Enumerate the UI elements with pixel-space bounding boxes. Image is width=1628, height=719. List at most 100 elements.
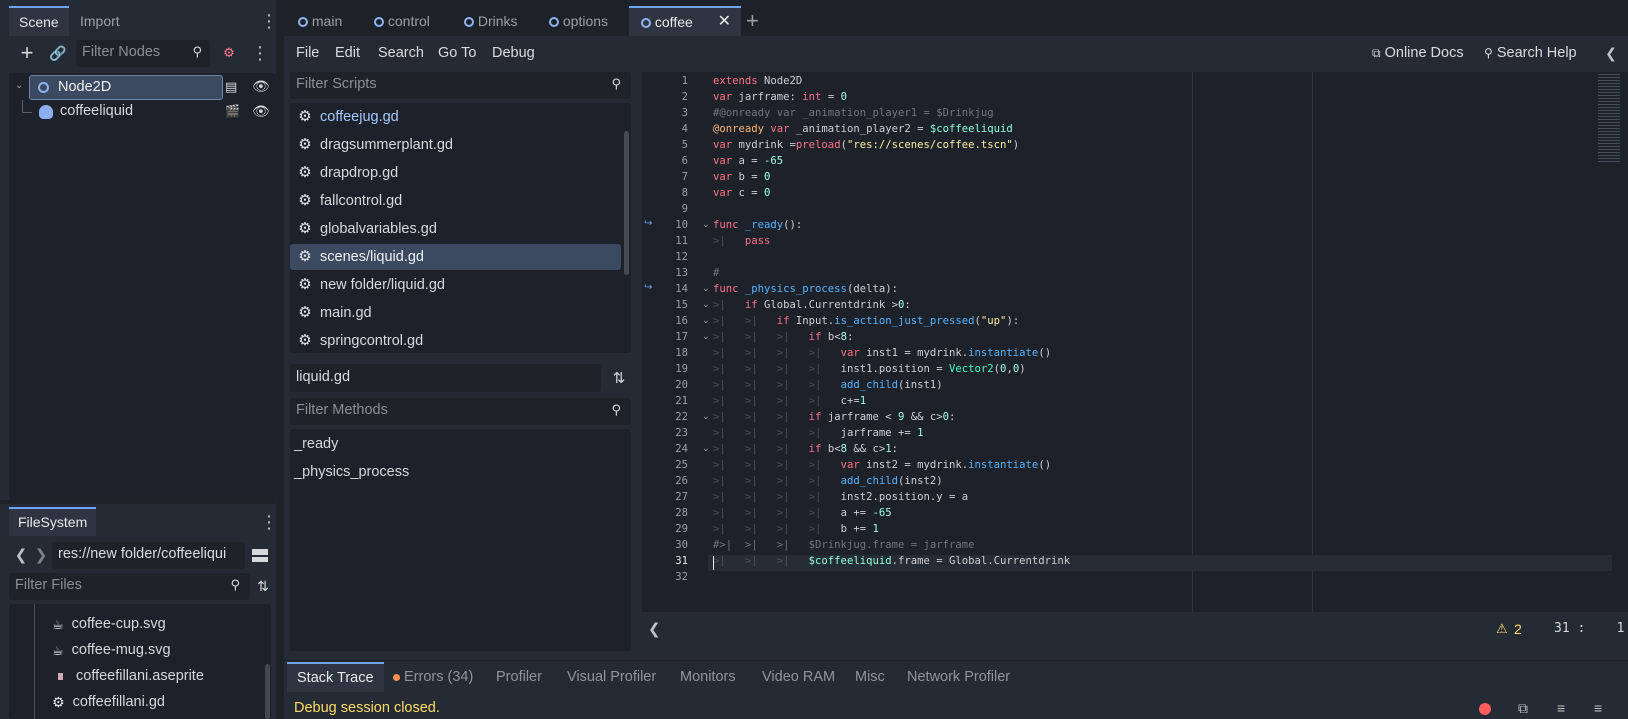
collapse-arrow-icon[interactable]: ❮	[648, 620, 661, 638]
fold-arrow-icon[interactable]: ⌄	[702, 443, 710, 454]
tab-profiler[interactable]: Profiler	[496, 662, 542, 692]
script-item[interactable]: ⚙ springcontrol.gd	[290, 328, 621, 354]
line-number[interactable]: 26	[642, 473, 688, 489]
tab-main[interactable]: main	[298, 6, 342, 36]
tab-video-ram[interactable]: Video RAM	[762, 662, 835, 692]
fold-arrow-icon[interactable]: ⌄	[702, 299, 710, 310]
filter-nodes-input[interactable]: Filter Nodes ⚲	[76, 40, 210, 67]
fold-arrow-icon[interactable]: ⌄	[702, 411, 710, 422]
line-number[interactable]: 4	[642, 121, 688, 137]
filter-methods-input[interactable]: Filter Methods ⚲	[290, 398, 631, 425]
minimap[interactable]	[1596, 72, 1628, 172]
line-number[interactable]: 24	[642, 441, 688, 457]
instance-scene-icon[interactable]: ⚙	[220, 44, 238, 62]
nav-forward-icon[interactable]: ❯	[34, 545, 48, 565]
menu-file[interactable]: File	[296, 41, 319, 65]
script-item[interactable]: ⚙ fallcontrol.gd	[290, 188, 621, 214]
script-item[interactable]: ⚙ globalvariables.gd	[290, 216, 621, 242]
line-number[interactable]: 30	[642, 537, 688, 553]
script-item-selected[interactable]: ⚙ scenes/liquid.gd	[290, 244, 621, 270]
script-item[interactable]: ⚙ new folder/liquid.gd	[290, 272, 621, 298]
filter-files-input[interactable]: Filter Files ⚲	[9, 573, 250, 600]
line-number[interactable]: 12	[642, 249, 688, 265]
line-number[interactable]: 20	[642, 377, 688, 393]
line-number[interactable]: 19	[642, 361, 688, 377]
warning-count[interactable]: 2	[1514, 621, 1522, 637]
file-item[interactable]: ☕ coffee-mug.svg	[52, 638, 171, 663]
fold-arrow-icon[interactable]: ⌄	[702, 219, 710, 230]
menu-search[interactable]: Search	[378, 41, 424, 65]
scrollbar[interactable]	[624, 131, 629, 275]
line-number[interactable]: 2	[642, 89, 688, 105]
tab-filesystem[interactable]: FileSystem	[9, 507, 97, 536]
menu-debug[interactable]: Debug	[492, 41, 535, 65]
add-node-icon[interactable]: +	[16, 40, 38, 65]
fold-arrow-icon[interactable]: ⌄	[702, 331, 710, 342]
code-editor[interactable]: 1 2 3 4 5 6 7 8 9 10 ⌄ ↪ 11 12 13 14 ⌄ ↪ 15 ⌄ 16 ⌄ 17 ⌄ 18 19 20 21…	[642, 72, 1628, 612]
filter-scripts-input[interactable]: Filter Scripts ⚲	[290, 72, 631, 99]
tab-visual-profiler[interactable]: Visual Profiler	[567, 662, 656, 692]
toggle-panel-icon[interactable]: ❮	[1604, 44, 1618, 62]
sort-files-icon[interactable]: ⇅	[255, 578, 271, 594]
line-number[interactable]: 9	[642, 201, 688, 217]
file-item[interactable]: ☕ coffee-cup.svg	[52, 612, 166, 637]
collapse-arrow-icon[interactable]: ⌄	[15, 80, 23, 91]
line-number[interactable]: 25	[642, 457, 688, 473]
visibility-eye-icon[interactable]: 👁	[252, 78, 270, 95]
filesystem-menu-icon[interactable]	[262, 513, 276, 531]
expand-all-icon[interactable]: ≡	[1557, 700, 1565, 716]
nav-back-icon[interactable]: ❮	[14, 545, 28, 565]
line-number[interactable]: 18	[642, 345, 688, 361]
tab-errors[interactable]: Errors (34)	[393, 662, 473, 692]
split-view-icon[interactable]	[251, 547, 269, 563]
file-item[interactable]: ⚙ coffeefillani.gd	[52, 690, 165, 715]
online-docs-button[interactable]: ⧉ Online Docs	[1372, 41, 1464, 65]
record-icon[interactable]	[1479, 703, 1491, 715]
line-number[interactable]: 22	[642, 409, 688, 425]
tab-stack-trace[interactable]: Stack Trace	[287, 662, 384, 692]
script-item[interactable]: ⚙ main.gd	[290, 300, 621, 326]
scene-tree-menu-icon[interactable]	[253, 44, 267, 62]
fold-arrow-icon[interactable]: ⌄	[702, 283, 710, 294]
line-number[interactable]: 1	[642, 73, 688, 89]
line-number[interactable]: 23	[642, 425, 688, 441]
copy-icon[interactable]: ⧉	[1518, 700, 1528, 717]
line-number[interactable]: 3	[642, 105, 688, 121]
fold-arrow-icon[interactable]: ⌄	[702, 315, 710, 326]
scene-dock-menu-icon[interactable]	[262, 12, 276, 30]
tab-coffee[interactable]: coffee ✕	[629, 6, 741, 36]
script-item[interactable]: ⚙ coffeejug.gd	[290, 104, 621, 130]
line-number[interactable]: 29	[642, 521, 688, 537]
line-number[interactable]: 6	[642, 153, 688, 169]
tab-monitors[interactable]: Monitors	[680, 662, 736, 692]
tab-network-profiler[interactable]: Network Profiler	[907, 662, 1010, 692]
sort-methods-icon[interactable]: ⇅	[610, 369, 628, 387]
line-number[interactable]: 31	[642, 553, 688, 569]
tab-control[interactable]: control	[374, 6, 430, 36]
tab-options[interactable]: options	[549, 6, 608, 36]
script-icon[interactable]: ▤	[225, 79, 237, 95]
method-item[interactable]: _physics_process	[294, 464, 409, 480]
tree-item-node2d[interactable]: Node2D	[29, 75, 223, 100]
tab-import[interactable]: Import	[80, 6, 120, 36]
tab-misc[interactable]: Misc	[855, 662, 885, 692]
warning-icon[interactable]: ⚠	[1496, 621, 1508, 637]
menu-goto[interactable]: Go To	[438, 41, 476, 65]
line-number[interactable]: 27	[642, 489, 688, 505]
script-item[interactable]: ⚙ drapdrop.gd	[290, 160, 621, 186]
line-number[interactable]: 11	[642, 233, 688, 249]
line-number[interactable]: 32	[642, 569, 688, 585]
line-number[interactable]: 5	[642, 137, 688, 153]
menu-edit[interactable]: Edit	[335, 41, 360, 65]
line-number[interactable]: 16	[642, 313, 688, 329]
connected-signal-icon[interactable]: ↪	[644, 282, 652, 293]
script-item[interactable]: ⚙ dragsummerplant.gd	[290, 132, 621, 158]
tree-item-coffeeliquid[interactable]: coffeeliquid	[35, 100, 225, 125]
visibility-eye-icon[interactable]: 👁	[252, 103, 270, 120]
close-icon[interactable]: ✕	[718, 8, 731, 36]
line-number[interactable]: 17	[642, 329, 688, 345]
clapperboard-icon[interactable]: 🎬	[225, 104, 240, 118]
line-number[interactable]: 15	[642, 297, 688, 313]
line-number[interactable]: 21	[642, 393, 688, 409]
link-icon[interactable]: 🔗	[47, 42, 69, 64]
